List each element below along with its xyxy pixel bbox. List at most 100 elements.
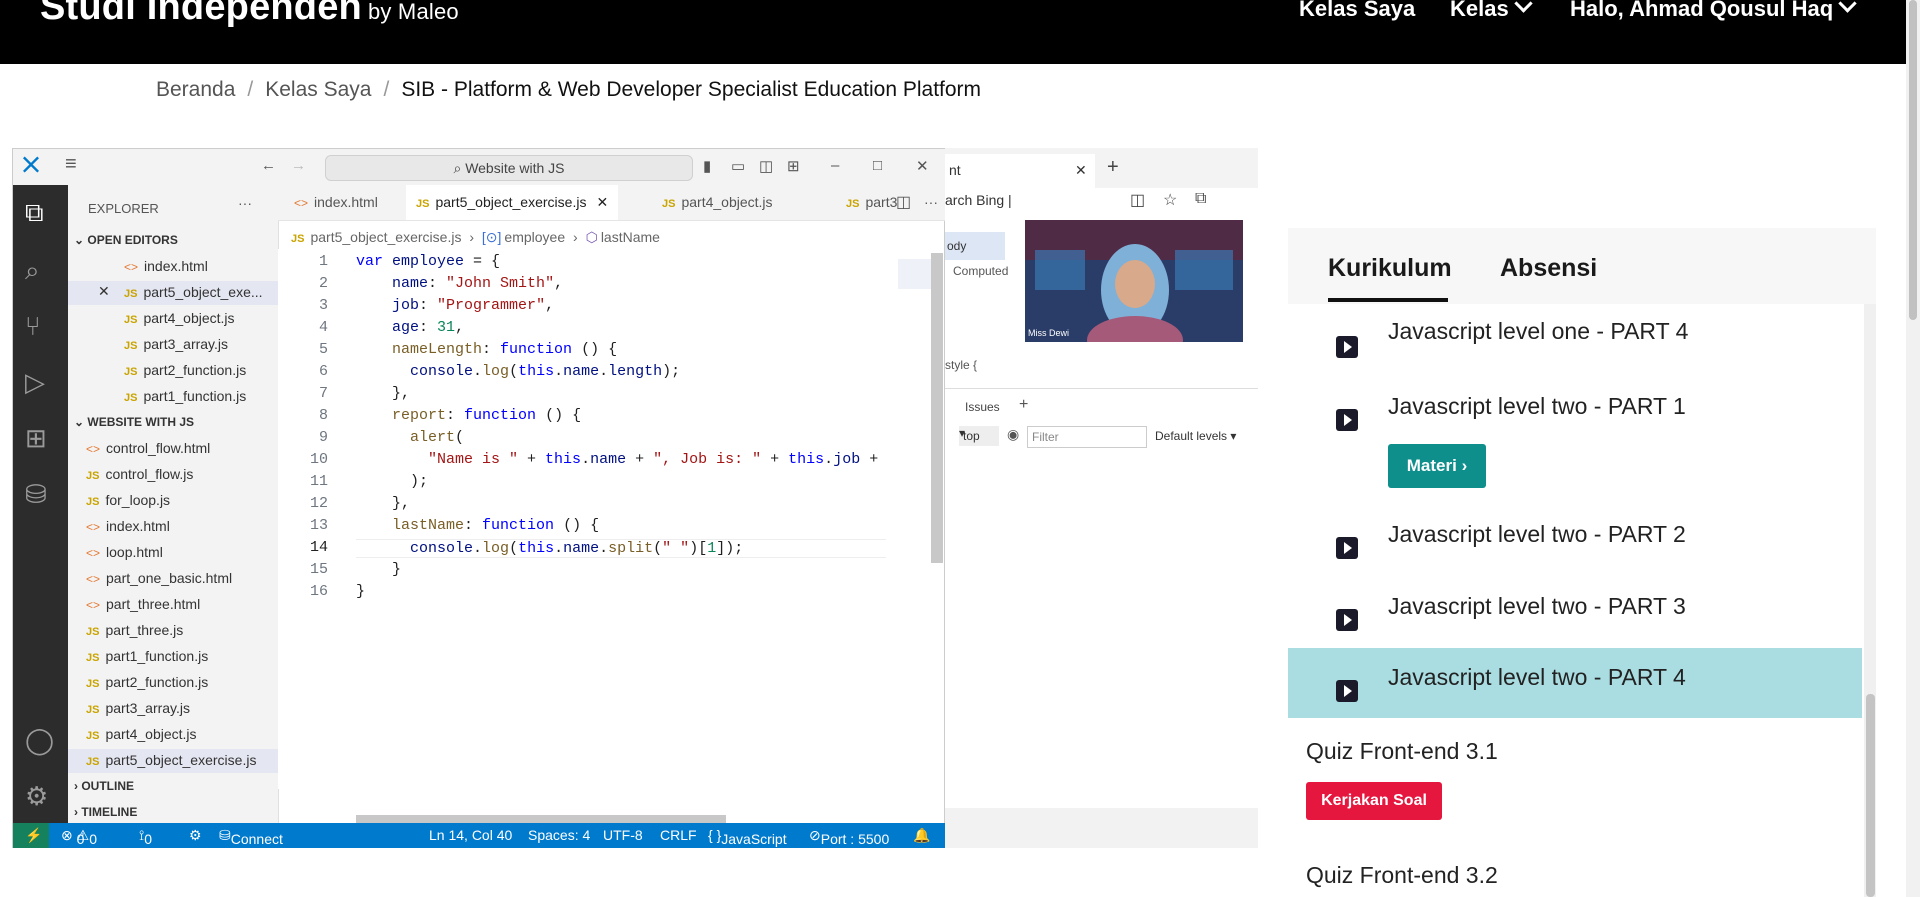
open-editor-item[interactable]: JS part4_object.js [124, 310, 235, 326]
tab-part4-object[interactable]: JS part4_object.js [662, 185, 773, 220]
video-player[interactable]: ⨉ ≡ ← → ⌕ Website with JS ▮ ▭ ◫ ⊞ – □ ✕ … [12, 148, 1258, 848]
file-item[interactable]: JS part3_array.js [86, 700, 190, 716]
back-arrow-icon[interactable]: ← [261, 157, 276, 174]
devtools-filter-input[interactable]: Filter [1027, 426, 1147, 448]
ports-indicator[interactable]: ⟟ 0 [139, 827, 152, 847]
language-mode[interactable]: { } JavaScript [708, 827, 787, 847]
curriculum-scrollbar-thumb[interactable] [1866, 694, 1875, 897]
browser-tab[interactable]: nt ✕ [945, 154, 1095, 188]
file-item[interactable]: JS part_three.js [86, 622, 183, 638]
tab-kurikulum[interactable]: Kurikulum [1328, 254, 1452, 283]
debug-launch-icon[interactable]: ⚙ [189, 827, 202, 844]
customize-layout-icon[interactable]: ⊞ [787, 157, 800, 175]
devtools-context-select[interactable]: top ▾ [959, 426, 999, 446]
tab-part3[interactable]: JS part3 [846, 185, 897, 220]
favorites-icon[interactable]: ☆ [1163, 190, 1177, 210]
open-editor-item[interactable]: JS part2_function.js [124, 362, 246, 378]
open-editor-item-active[interactable]: ✕ JS part5_object_exe... [68, 281, 278, 305]
close-icon[interactable]: ✕ [596, 194, 608, 210]
toggle-secondary-sidebar-icon[interactable]: ◫ [759, 157, 773, 175]
file-item[interactable]: <> loop.html [86, 544, 163, 560]
breadcrumb-beranda[interactable]: Beranda [156, 78, 235, 101]
list-item[interactable]: Javascript level one - PART 4 [1288, 304, 1862, 378]
account-icon[interactable]: ◯ [25, 725, 54, 756]
toggle-sidebar-icon[interactable]: ▮ [703, 157, 711, 175]
file-item[interactable]: JS control_flow.js [86, 466, 193, 482]
tab-index-html[interactable]: <> index.html [294, 185, 378, 220]
timeline-header[interactable]: › TIMELINE [74, 805, 137, 819]
file-item[interactable]: JS part1_function.js [86, 648, 208, 664]
open-editors-header[interactable]: ⌄ OPEN EDITORS [74, 233, 178, 247]
list-item[interactable]: Javascript level two - PART 2 [1288, 505, 1862, 578]
collections-icon[interactable]: ⧉ [1195, 190, 1206, 208]
file-item[interactable]: <> part_one_basic.html [86, 570, 232, 586]
add-tab-icon[interactable]: + [1019, 396, 1028, 414]
editor-breadcrumb-file[interactable]: JS part5_object_exercise.js [291, 229, 461, 245]
devtools-issues-tab[interactable]: Issues [965, 400, 1000, 414]
remote-indicator-icon[interactable]: ⚡ [13, 823, 49, 848]
devtools-computed-tab[interactable]: Computed [953, 264, 1008, 278]
file-item-active[interactable]: JS part5_object_exercise.js [68, 749, 278, 773]
eye-icon[interactable]: ◉ [1007, 426, 1019, 443]
run-debug-icon[interactable]: ▷ [25, 367, 45, 398]
explorer-icon[interactable]: ⧉ [25, 197, 44, 229]
close-icon[interactable]: ✕ [916, 157, 929, 175]
page-scrollbar-thumb[interactable] [1909, 0, 1917, 320]
minimize-icon[interactable]: – [831, 157, 839, 174]
editor-breadcrumb-symbol[interactable]: [⊙] employee [482, 229, 565, 245]
file-item[interactable]: JS part2_function.js [86, 674, 208, 690]
address-bar[interactable]: arch Bing | [945, 192, 1012, 208]
open-editor-item[interactable]: JS part3_array.js [124, 336, 228, 352]
file-item[interactable]: JS part4_object.js [86, 726, 197, 742]
outline-header[interactable]: › OUTLINE [74, 779, 134, 793]
extensions-icon[interactable]: ⊞ [25, 423, 47, 454]
file-item[interactable]: <> part_three.html [86, 596, 200, 612]
indentation[interactable]: Spaces: 4 [528, 827, 590, 843]
project-folder-header[interactable]: ⌄ WEBSITE WITH JS [74, 415, 194, 429]
tab-part5-object-exercise[interactable]: JS part5_object_exercise.js ✕ [406, 185, 619, 220]
file-item[interactable]: <> index.html [86, 518, 170, 534]
split-editor-icon[interactable]: ◫ [896, 185, 911, 220]
close-icon[interactable]: ✕ [98, 283, 110, 300]
list-item[interactable]: Javascript level two - PART 3 [1288, 577, 1862, 649]
notifications-bell-icon[interactable]: 🔔 [913, 827, 930, 844]
list-item[interactable]: Javascript level two - PART 1 Materi › [1288, 377, 1862, 506]
quiz-item[interactable]: Quiz Front-end 3.1 Kerjakan Soal [1288, 718, 1862, 831]
split-screen-icon[interactable]: ◫ [1130, 190, 1145, 210]
quiz-item[interactable]: Quiz Front-end 3.2 [1288, 830, 1862, 897]
database-icon[interactable]: ⛁ [25, 479, 47, 510]
problems-indicator[interactable]: ⊗ 0 ⚠ 0 [61, 827, 97, 847]
more-actions-icon[interactable]: ··· [924, 185, 938, 220]
open-editor-item[interactable]: JS part1_function.js [124, 388, 246, 404]
more-actions-icon[interactable]: ··· [238, 195, 252, 211]
connect-button[interactable]: ⛁ Connect [219, 827, 283, 847]
live-server-port[interactable]: ⊘ Port : 5500 [809, 827, 889, 847]
editor-scrollbar-thumb[interactable] [931, 253, 943, 563]
nav-kelas-dropdown[interactable]: Kelas [1450, 0, 1533, 22]
menu-icon[interactable]: ≡ [65, 153, 77, 176]
forward-arrow-icon[interactable]: → [291, 157, 306, 174]
kerjakan-soal-button[interactable]: Kerjakan Soal [1306, 782, 1442, 820]
toggle-panel-icon[interactable]: ▭ [731, 157, 745, 175]
settings-gear-icon[interactable]: ⚙ [25, 781, 48, 812]
list-item-selected[interactable]: Javascript level two - PART 4 [1288, 648, 1862, 719]
cursor-position[interactable]: Ln 14, Col 40 [429, 827, 512, 843]
file-item[interactable]: JS for_loop.js [86, 492, 170, 508]
file-item[interactable]: <> control_flow.html [86, 440, 210, 456]
devtools-levels-select[interactable]: Default levels ▾ [1155, 429, 1236, 443]
code-editor[interactable]: 1 var employee = { 2 name: "John Smith", … [278, 249, 888, 825]
encoding[interactable]: UTF-8 [603, 827, 643, 843]
close-icon[interactable]: ✕ [1075, 162, 1087, 179]
command-center-search[interactable]: ⌕ Website with JS [325, 155, 693, 181]
line-endings[interactable]: CRLF [660, 827, 697, 843]
maximize-icon[interactable]: □ [873, 157, 882, 174]
search-icon[interactable]: ⌕ [25, 255, 40, 287]
open-editor-item[interactable]: <> index.html [124, 258, 208, 274]
new-tab-icon[interactable]: + [1107, 156, 1119, 179]
nav-kelas-saya[interactable]: Kelas Saya [1299, 0, 1415, 22]
devtools-element-body[interactable]: ody [945, 232, 1005, 260]
tab-absensi[interactable]: Absensi [1500, 254, 1597, 283]
breadcrumb-kelas-saya[interactable]: Kelas Saya [265, 78, 371, 101]
editor-breadcrumb-method[interactable]: ⬡ lastName [586, 229, 660, 245]
materi-button[interactable]: Materi › [1388, 444, 1486, 488]
